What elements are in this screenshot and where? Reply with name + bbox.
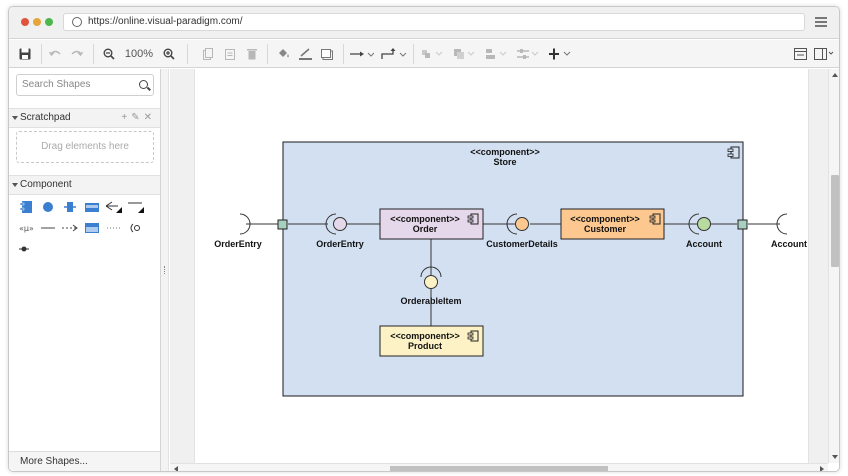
vertical-scroll-thumb[interactable] bbox=[831, 175, 839, 267]
outline-panel-icon[interactable] bbox=[813, 45, 835, 63]
close-window-dot[interactable] bbox=[21, 18, 29, 26]
orderentry-inner-label: OrderEntry bbox=[316, 239, 364, 249]
scratchpad-dropzone[interactable]: Drag elements here bbox=[16, 131, 154, 163]
product-name: Product bbox=[408, 341, 442, 351]
search-placeholder: Search Shapes bbox=[22, 79, 91, 90]
save-icon[interactable] bbox=[17, 45, 33, 63]
shadow-icon[interactable] bbox=[319, 45, 335, 63]
sidebar-splitter[interactable] bbox=[161, 69, 169, 471]
interface-shape-icon[interactable] bbox=[39, 200, 57, 214]
browser-menu-icon[interactable] bbox=[815, 17, 827, 27]
account-ball[interactable] bbox=[697, 217, 711, 231]
more-shapes-button[interactable]: More Shapes... bbox=[9, 451, 160, 471]
orderentry-ball[interactable] bbox=[333, 217, 347, 231]
caret-down-icon bbox=[12, 183, 18, 187]
scratchpad-header[interactable]: Scratchpad +✎✕ bbox=[9, 108, 160, 128]
scroll-up-icon[interactable] bbox=[832, 73, 838, 77]
port-left[interactable] bbox=[277, 219, 288, 230]
paste-icon[interactable] bbox=[223, 45, 237, 63]
port-right[interactable] bbox=[737, 219, 748, 230]
store-name: Store bbox=[493, 157, 516, 167]
add-icon[interactable]: + bbox=[121, 112, 131, 123]
scroll-right-icon[interactable] bbox=[820, 466, 824, 471]
horizontal-scrollbar[interactable] bbox=[170, 463, 828, 471]
note-shape-icon[interactable] bbox=[83, 221, 101, 235]
component-header[interactable]: Component bbox=[9, 175, 160, 195]
dependency-icon[interactable] bbox=[61, 221, 79, 235]
line-icon[interactable] bbox=[39, 221, 57, 235]
provided-required-icon[interactable]: «µ» bbox=[17, 221, 35, 235]
globe-icon bbox=[72, 17, 82, 27]
maximize-window-dot[interactable] bbox=[45, 18, 53, 26]
connector-icon[interactable] bbox=[349, 45, 375, 63]
customerdetails-label: CustomerDetails bbox=[486, 239, 558, 249]
svg-text:«µ»: «µ» bbox=[19, 224, 33, 233]
redo-icon[interactable] bbox=[69, 45, 85, 63]
zoom-out-icon[interactable] bbox=[101, 45, 117, 63]
association-icon[interactable] bbox=[127, 200, 145, 214]
account-outer-label: Account bbox=[771, 239, 807, 249]
scroll-left-icon[interactable] bbox=[174, 466, 178, 471]
scratchpad-label: Scratchpad bbox=[20, 112, 71, 123]
account-inner-label: Account bbox=[686, 239, 722, 249]
diagram-canvas[interactable]: <<component>> Store OrderEntry OrderEntr… bbox=[170, 69, 828, 463]
waypoint-icon[interactable] bbox=[381, 45, 407, 63]
store-stereotype: <<component>> bbox=[470, 147, 540, 157]
zoom-in-icon[interactable] bbox=[161, 45, 177, 63]
url-text: https://online.visual-paradigm.com/ bbox=[88, 16, 243, 27]
component-diagram: <<component>> Store OrderEntry OrderEntr… bbox=[214, 141, 807, 397]
orderentry-outer-label: OrderEntry bbox=[214, 239, 262, 249]
format-panel-icon[interactable] bbox=[792, 45, 808, 63]
zoom-level[interactable]: 100% bbox=[123, 45, 155, 63]
scroll-down-icon[interactable] bbox=[832, 455, 838, 459]
vertical-scrollbar[interactable] bbox=[828, 69, 839, 463]
customer-stereotype: <<component>> bbox=[570, 214, 640, 224]
copy-icon[interactable] bbox=[201, 45, 215, 63]
dotted-line-icon[interactable] bbox=[105, 221, 123, 235]
search-icon[interactable] bbox=[139, 80, 148, 89]
distribute-icon[interactable] bbox=[517, 45, 541, 63]
align-icon[interactable] bbox=[485, 45, 509, 63]
undo-icon[interactable] bbox=[47, 45, 63, 63]
edit-icon[interactable]: ✎ bbox=[131, 112, 143, 123]
search-shapes-input[interactable]: Search Shapes bbox=[16, 74, 154, 96]
browser-window: https://online.visual-paradigm.com/ 100% bbox=[8, 6, 840, 472]
insert-icon[interactable] bbox=[549, 45, 573, 63]
horizontal-scroll-thumb[interactable] bbox=[390, 466, 608, 471]
browser-titlebar: https://online.visual-paradigm.com/ bbox=[9, 7, 839, 39]
required-interface-icon[interactable] bbox=[105, 200, 123, 214]
fill-color-icon[interactable] bbox=[275, 45, 291, 63]
component-label: Component bbox=[20, 179, 72, 190]
editor-toolbar: 100% bbox=[9, 40, 839, 68]
delete-icon[interactable] bbox=[245, 45, 259, 63]
package-shape-icon[interactable] bbox=[83, 200, 101, 214]
port-shape-icon[interactable] bbox=[61, 200, 79, 214]
order-name: Order bbox=[413, 224, 438, 234]
address-bar[interactable]: https://online.visual-paradigm.com/ bbox=[63, 13, 805, 31]
caret-down-icon bbox=[12, 116, 18, 120]
component-shape-icon[interactable] bbox=[17, 200, 35, 214]
store-component-box[interactable] bbox=[282, 141, 744, 397]
to-front-icon[interactable] bbox=[421, 45, 445, 63]
to-back-icon[interactable] bbox=[453, 45, 477, 63]
close-icon[interactable]: ✕ bbox=[144, 112, 156, 123]
orderableitem-ball[interactable] bbox=[424, 275, 438, 289]
orderableitem-label: OrderableItem bbox=[400, 296, 461, 306]
minimize-window-dot[interactable] bbox=[33, 18, 41, 26]
assembly-connector-icon[interactable] bbox=[127, 221, 145, 235]
customer-name: Customer bbox=[584, 224, 627, 234]
customerdetails-ball[interactable] bbox=[515, 217, 529, 231]
line-color-icon[interactable] bbox=[297, 45, 313, 63]
product-stereotype: <<component>> bbox=[390, 331, 460, 341]
shapes-sidebar: Search Shapes Scratchpad +✎✕ Drag elemen… bbox=[9, 69, 161, 471]
lollipop-icon[interactable] bbox=[17, 242, 35, 256]
order-stereotype: <<component>> bbox=[390, 214, 460, 224]
